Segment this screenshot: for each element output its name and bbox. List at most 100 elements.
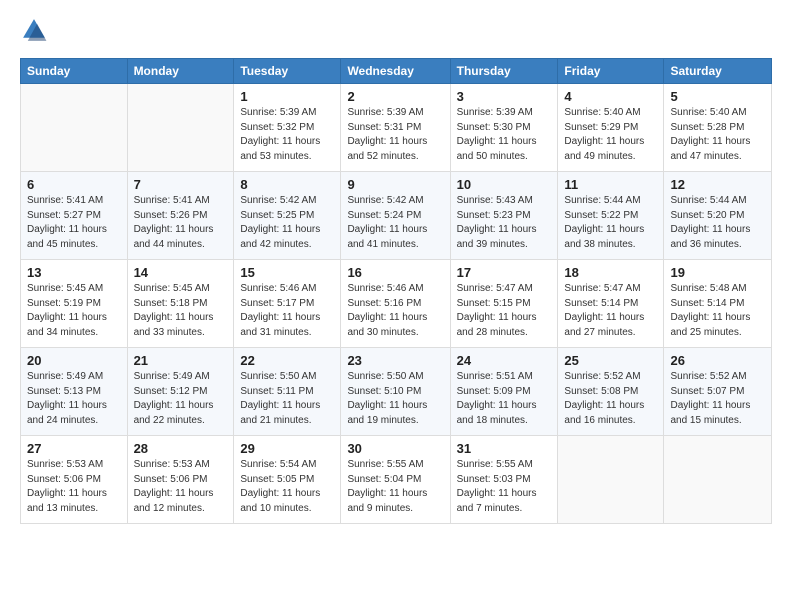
calendar-cell: 20 Sunrise: 5:49 AM Sunset: 5:13 PM Dayli… xyxy=(21,348,128,436)
day-number: 25 xyxy=(564,353,657,368)
calendar-cell xyxy=(558,436,664,524)
day-number: 3 xyxy=(457,89,552,104)
day-number: 26 xyxy=(670,353,765,368)
calendar-cell: 6 Sunrise: 5:41 AM Sunset: 5:27 PM Daylig… xyxy=(21,172,128,260)
day-number: 18 xyxy=(564,265,657,280)
weekday-header-row: SundayMondayTuesdayWednesdayThursdayFrid… xyxy=(21,59,772,84)
calendar-cell: 2 Sunrise: 5:39 AM Sunset: 5:31 PM Daylig… xyxy=(341,84,450,172)
calendar-cell: 31Sunrise: 5:55 AM Sunset: 5:03 PM Dayli… xyxy=(450,436,558,524)
day-info: Sunrise: 5:44 AM Sunset: 5:22 PM Dayligh… xyxy=(564,194,657,252)
day-number: 2 xyxy=(347,89,443,104)
day-number: 20 xyxy=(27,353,121,368)
calendar-cell: 16 Sunrise: 5:46 AM Sunset: 5:16 PM Dayli… xyxy=(341,260,450,348)
calendar-week-3: 13 Sunrise: 5:45 AM Sunset: 5:19 PM Dayli… xyxy=(21,260,772,348)
day-number: 6 xyxy=(27,177,121,192)
calendar-cell: 18 Sunrise: 5:47 AM Sunset: 5:14 PM Dayli… xyxy=(558,260,664,348)
day-info: Sunrise: 5:53 AM Sunset: 5:06 PM Dayligh… xyxy=(134,458,228,516)
day-number: 14 xyxy=(134,265,228,280)
calendar-cell: 10 Sunrise: 5:43 AM Sunset: 5:23 PM Dayli… xyxy=(450,172,558,260)
weekday-header-thursday: Thursday xyxy=(450,59,558,84)
calendar-cell: 19 Sunrise: 5:48 AM Sunset: 5:14 PM Dayli… xyxy=(664,260,772,348)
calendar-cell: 28 Sunrise: 5:53 AM Sunset: 5:06 PM Dayli… xyxy=(127,436,234,524)
day-info: Sunrise: 5:42 AM Sunset: 5:24 PM Dayligh… xyxy=(347,194,443,252)
calendar-cell: 15Sunrise: 5:46 AM Sunset: 5:17 PM Dayli… xyxy=(234,260,341,348)
day-number: 28 xyxy=(134,441,228,456)
day-info: Sunrise: 5:39 AM Sunset: 5:32 PM Dayligh… xyxy=(240,106,334,164)
calendar-cell: 13 Sunrise: 5:45 AM Sunset: 5:19 PM Dayli… xyxy=(21,260,128,348)
day-info: Sunrise: 5:50 AM Sunset: 5:10 PM Dayligh… xyxy=(347,370,443,428)
day-info: Sunrise: 5:39 AM Sunset: 5:31 PM Dayligh… xyxy=(347,106,443,164)
calendar-cell: 22 Sunrise: 5:50 AM Sunset: 5:11 PM Dayli… xyxy=(234,348,341,436)
day-info: Sunrise: 5:41 AM Sunset: 5:26 PM Dayligh… xyxy=(134,194,228,252)
calendar-cell xyxy=(664,436,772,524)
calendar-cell: 11 Sunrise: 5:44 AM Sunset: 5:22 PM Dayli… xyxy=(558,172,664,260)
calendar-week-1: 1 Sunrise: 5:39 AM Sunset: 5:32 PM Daylig… xyxy=(21,84,772,172)
day-number: 4 xyxy=(564,89,657,104)
calendar-cell: 25 Sunrise: 5:52 AM Sunset: 5:08 PM Dayli… xyxy=(558,348,664,436)
calendar-table: SundayMondayTuesdayWednesdayThursdayFrid… xyxy=(20,58,772,524)
weekday-header-saturday: Saturday xyxy=(664,59,772,84)
day-info: Sunrise: 5:47 AM Sunset: 5:15 PM Dayligh… xyxy=(457,282,552,340)
day-info: Sunrise: 5:40 AM Sunset: 5:29 PM Dayligh… xyxy=(564,106,657,164)
day-info: Sunrise: 5:54 AM Sunset: 5:05 PM Dayligh… xyxy=(240,458,334,516)
day-number: 21 xyxy=(134,353,228,368)
weekday-header-wednesday: Wednesday xyxy=(341,59,450,84)
day-number: 22 xyxy=(240,353,334,368)
day-info: Sunrise: 5:46 AM Sunset: 5:16 PM Dayligh… xyxy=(347,282,443,340)
day-info: Sunrise: 5:52 AM Sunset: 5:08 PM Dayligh… xyxy=(564,370,657,428)
day-number: 19 xyxy=(670,265,765,280)
day-info: Sunrise: 5:43 AM Sunset: 5:23 PM Dayligh… xyxy=(457,194,552,252)
day-number: 23 xyxy=(347,353,443,368)
weekday-header-monday: Monday xyxy=(127,59,234,84)
day-info: Sunrise: 5:39 AM Sunset: 5:30 PM Dayligh… xyxy=(457,106,552,164)
day-number: 5 xyxy=(670,89,765,104)
day-info: Sunrise: 5:55 AM Sunset: 5:03 PM Dayligh… xyxy=(457,458,552,516)
calendar-cell: 26 Sunrise: 5:52 AM Sunset: 5:07 PM Dayli… xyxy=(664,348,772,436)
day-number: 27 xyxy=(27,441,121,456)
calendar-cell: 29 Sunrise: 5:54 AM Sunset: 5:05 PM Dayli… xyxy=(234,436,341,524)
day-info: Sunrise: 5:41 AM Sunset: 5:27 PM Dayligh… xyxy=(27,194,121,252)
calendar-cell: 12 Sunrise: 5:44 AM Sunset: 5:20 PM Dayli… xyxy=(664,172,772,260)
calendar-week-5: 27 Sunrise: 5:53 AM Sunset: 5:06 PM Dayli… xyxy=(21,436,772,524)
day-info: Sunrise: 5:47 AM Sunset: 5:14 PM Dayligh… xyxy=(564,282,657,340)
day-info: Sunrise: 5:52 AM Sunset: 5:07 PM Dayligh… xyxy=(670,370,765,428)
day-number: 16 xyxy=(347,265,443,280)
day-info: Sunrise: 5:48 AM Sunset: 5:14 PM Dayligh… xyxy=(670,282,765,340)
calendar-cell: 4 Sunrise: 5:40 AM Sunset: 5:29 PM Daylig… xyxy=(558,84,664,172)
day-number: 8 xyxy=(240,177,334,192)
day-number: 29 xyxy=(240,441,334,456)
calendar-cell: 1 Sunrise: 5:39 AM Sunset: 5:32 PM Daylig… xyxy=(234,84,341,172)
day-info: Sunrise: 5:55 AM Sunset: 5:04 PM Dayligh… xyxy=(347,458,443,516)
day-info: Sunrise: 5:51 AM Sunset: 5:09 PM Dayligh… xyxy=(457,370,552,428)
calendar-week-4: 20 Sunrise: 5:49 AM Sunset: 5:13 PM Dayli… xyxy=(21,348,772,436)
day-number: 12 xyxy=(670,177,765,192)
day-number: 7 xyxy=(134,177,228,192)
day-info: Sunrise: 5:50 AM Sunset: 5:11 PM Dayligh… xyxy=(240,370,334,428)
calendar-cell: 30 Sunrise: 5:55 AM Sunset: 5:04 PM Dayli… xyxy=(341,436,450,524)
calendar-cell: 5Sunrise: 5:40 AM Sunset: 5:28 PM Daylig… xyxy=(664,84,772,172)
calendar-cell: 9Sunrise: 5:42 AM Sunset: 5:24 PM Daylig… xyxy=(341,172,450,260)
calendar-cell: 7 Sunrise: 5:41 AM Sunset: 5:26 PM Daylig… xyxy=(127,172,234,260)
day-info: Sunrise: 5:42 AM Sunset: 5:25 PM Dayligh… xyxy=(240,194,334,252)
weekday-header-tuesday: Tuesday xyxy=(234,59,341,84)
day-number: 30 xyxy=(347,441,443,456)
day-info: Sunrise: 5:53 AM Sunset: 5:06 PM Dayligh… xyxy=(27,458,121,516)
day-number: 10 xyxy=(457,177,552,192)
calendar-week-2: 6 Sunrise: 5:41 AM Sunset: 5:27 PM Daylig… xyxy=(21,172,772,260)
logo xyxy=(20,16,50,44)
calendar-cell: 14 Sunrise: 5:45 AM Sunset: 5:18 PM Dayli… xyxy=(127,260,234,348)
day-number: 1 xyxy=(240,89,334,104)
day-number: 11 xyxy=(564,177,657,192)
day-number: 13 xyxy=(27,265,121,280)
calendar-cell: 17Sunrise: 5:47 AM Sunset: 5:15 PM Dayli… xyxy=(450,260,558,348)
day-info: Sunrise: 5:49 AM Sunset: 5:13 PM Dayligh… xyxy=(27,370,121,428)
calendar-cell: 8 Sunrise: 5:42 AM Sunset: 5:25 PM Daylig… xyxy=(234,172,341,260)
calendar-cell: 23 Sunrise: 5:50 AM Sunset: 5:10 PM Dayli… xyxy=(341,348,450,436)
weekday-header-sunday: Sunday xyxy=(21,59,128,84)
calendar-cell: 27 Sunrise: 5:53 AM Sunset: 5:06 PM Dayli… xyxy=(21,436,128,524)
day-number: 15 xyxy=(240,265,334,280)
day-info: Sunrise: 5:45 AM Sunset: 5:19 PM Dayligh… xyxy=(27,282,121,340)
calendar-cell xyxy=(21,84,128,172)
day-info: Sunrise: 5:45 AM Sunset: 5:18 PM Dayligh… xyxy=(134,282,228,340)
day-info: Sunrise: 5:44 AM Sunset: 5:20 PM Dayligh… xyxy=(670,194,765,252)
